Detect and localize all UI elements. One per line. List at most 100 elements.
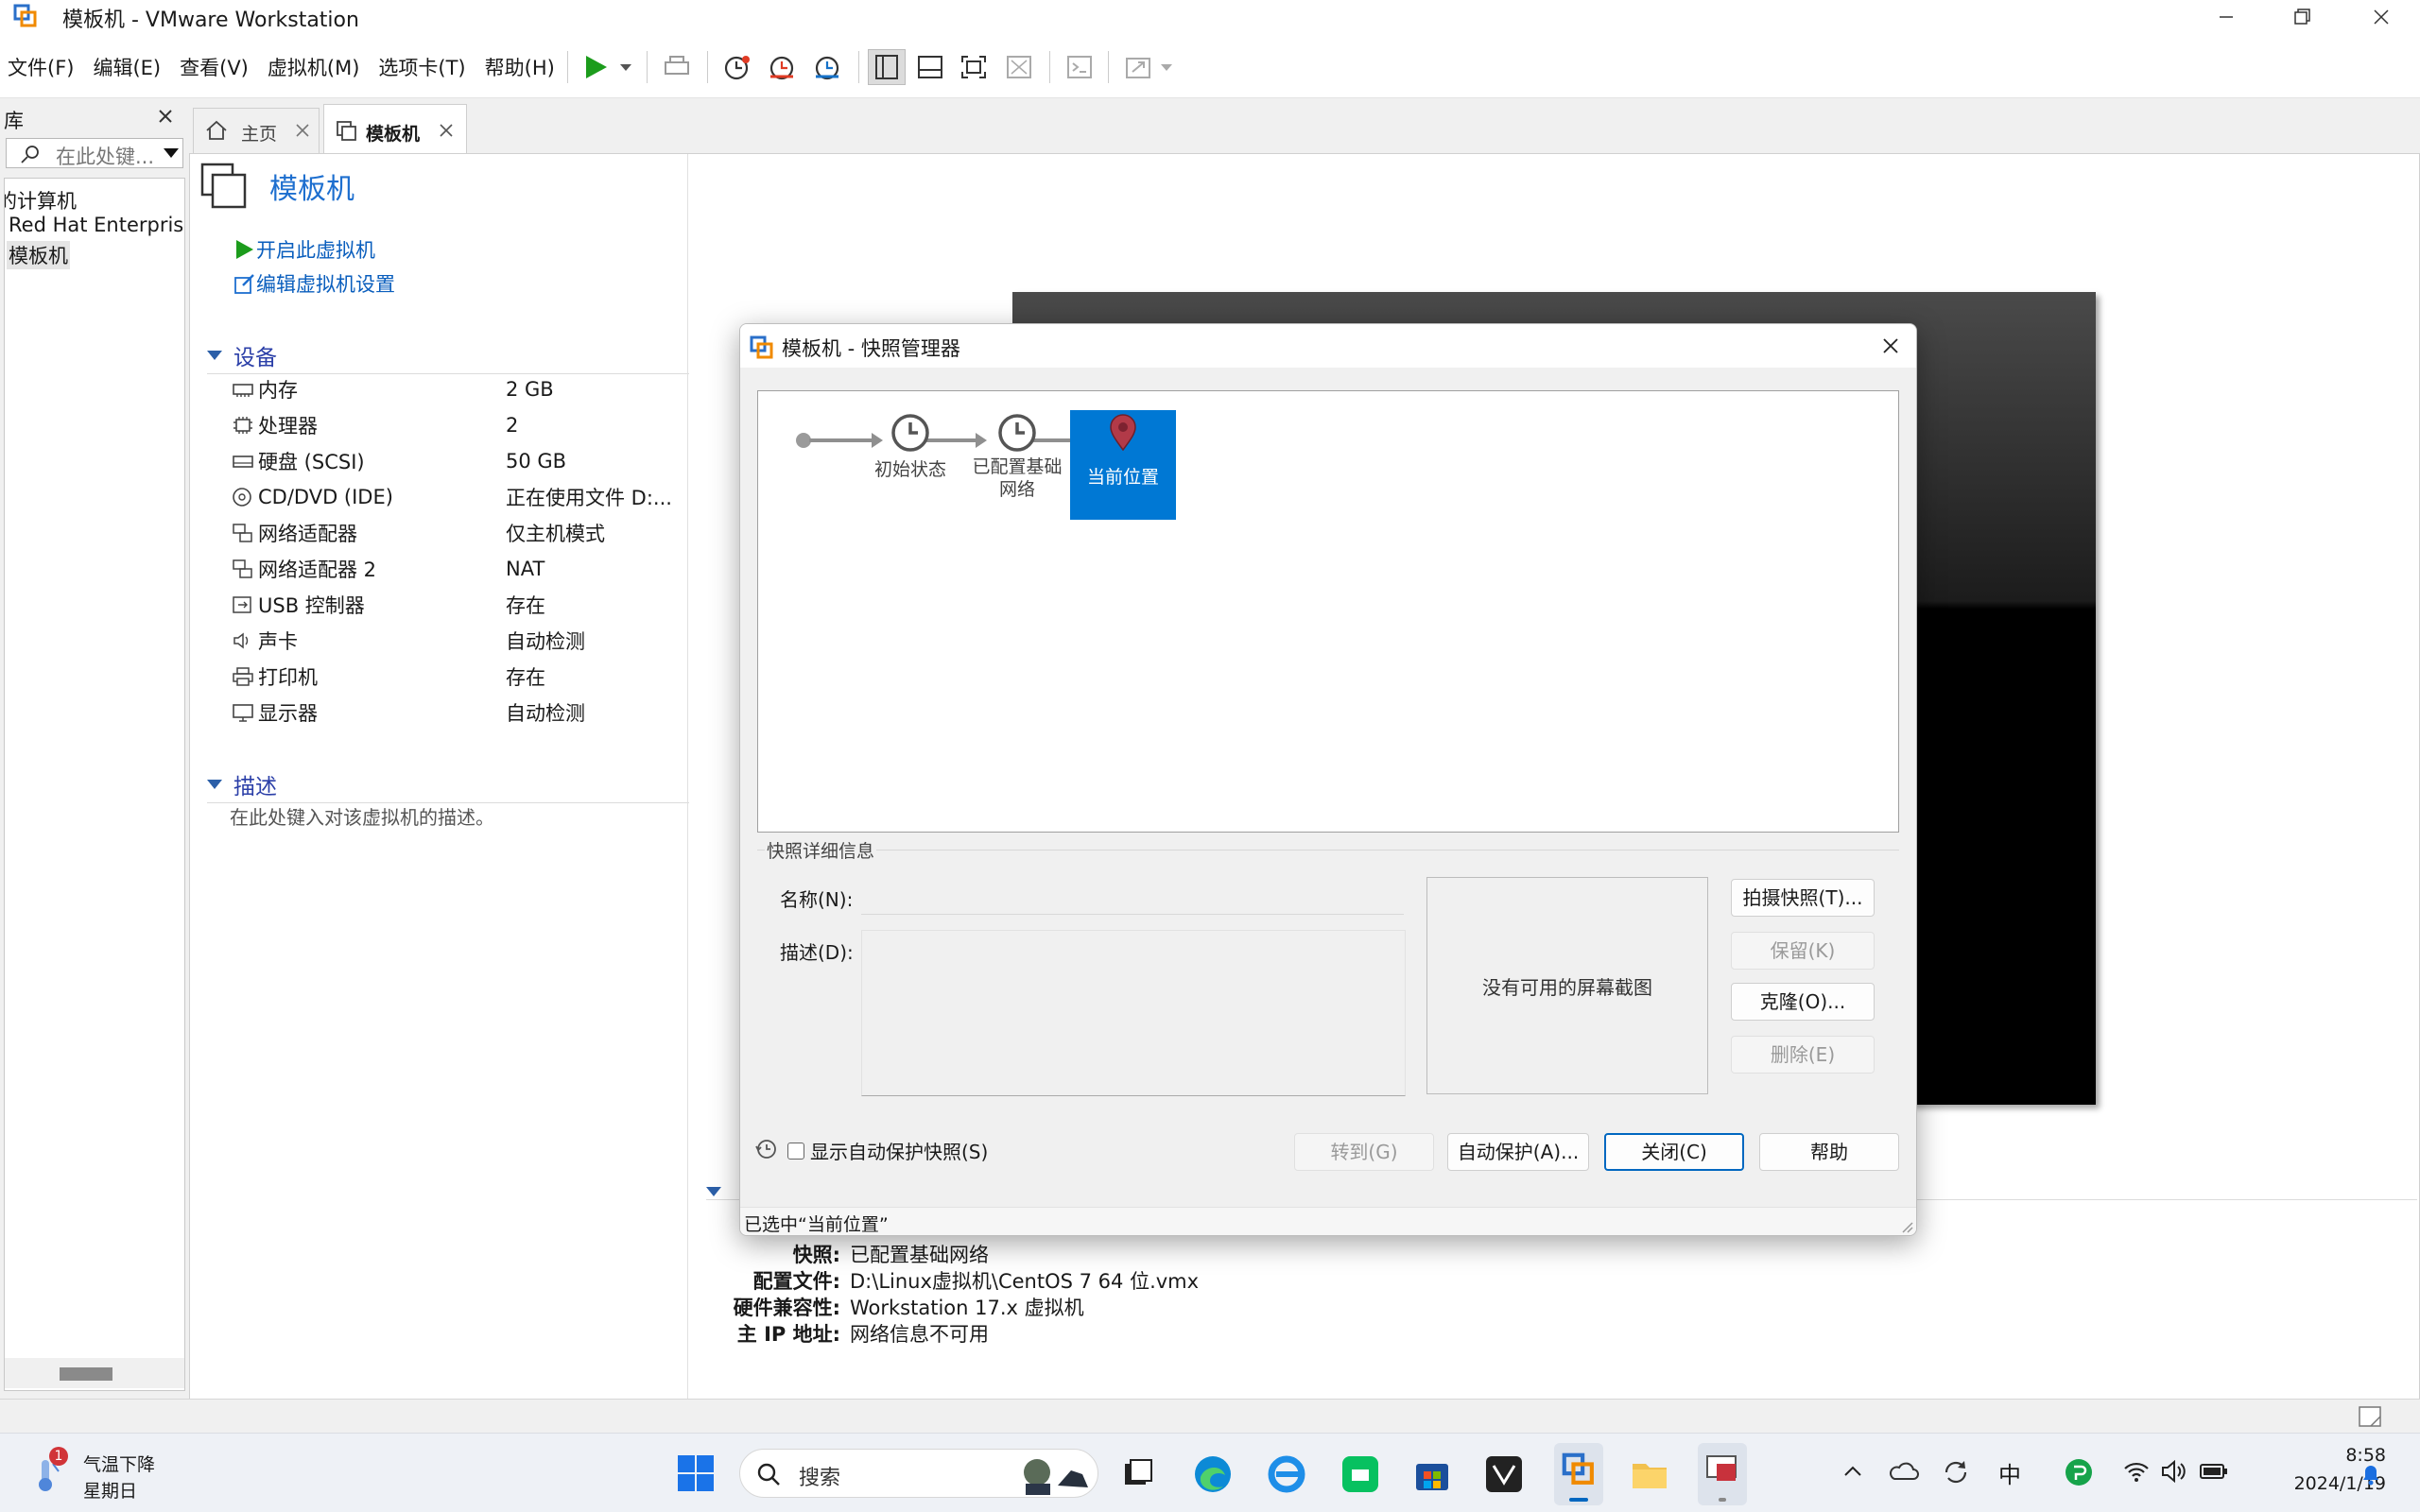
autoprotect-button[interactable]: 自动保护(A)... (1447, 1133, 1589, 1171)
device-row[interactable]: 硬盘 (SCSI) 50 GB (232, 443, 685, 479)
home-icon (205, 120, 228, 141)
power-on-icon[interactable] (582, 53, 635, 81)
remote-desktop-taskbar-button[interactable] (1698, 1443, 1747, 1505)
console-view-icon[interactable] (1064, 53, 1095, 81)
message-log-icon[interactable] (2358, 1405, 2382, 1428)
resize-grip-icon[interactable] (1899, 1219, 1914, 1234)
show-library-icon[interactable] (868, 49, 906, 85)
library-search-box[interactable]: 在此处键... (6, 138, 183, 168)
device-name: 处理器 (258, 415, 318, 438)
keep-button[interactable]: 保留(K) (1731, 932, 1875, 970)
devices-section-header[interactable]: 设备 (207, 339, 689, 374)
device-value: 仅主机模式 (506, 523, 605, 545)
snapshot-description-field[interactable] (861, 930, 1406, 1096)
edit-vm-settings-link[interactable]: 编辑虚拟机设置 (233, 269, 395, 298)
device-row[interactable]: 处理器 2 (232, 407, 685, 443)
description-section-header[interactable]: 描述 (207, 768, 689, 803)
take-snapshot-icon[interactable] (722, 53, 752, 81)
tree-item-template-vm[interactable]: 模板机 (7, 241, 70, 269)
device-row[interactable]: 内存 2 GB (232, 371, 685, 407)
clone-button[interactable]: 克隆(O)... (1731, 983, 1875, 1021)
dialog-close-icon[interactable] (1880, 335, 1901, 356)
menu-edit[interactable]: 编辑(E) (93, 53, 161, 81)
snapshot-manager-icon[interactable] (813, 53, 843, 81)
file-explorer-icon[interactable] (1630, 1454, 1669, 1494)
tab-template-vm[interactable]: 模板机 (323, 104, 467, 155)
library-pane: 库 在此处键... 的计算机 Red Hat Enterprise 模板机 (0, 98, 189, 1399)
vmware-taskbar-button[interactable] (1554, 1443, 1603, 1505)
tree-item-red-hat[interactable]: Red Hat Enterprise (9, 214, 184, 236)
delete-button[interactable]: 删除(E) (1731, 1036, 1875, 1074)
ime-indicator[interactable]: 中 (1998, 1456, 2021, 1489)
snapshot-tree-canvas[interactable]: 初始状态 已配置基础网络 当前位置 (757, 390, 1899, 833)
device-row[interactable]: 打印机 存在 (232, 659, 685, 695)
library-close-icon[interactable] (157, 108, 174, 125)
device-row[interactable]: USB 控制器 存在 (232, 587, 685, 623)
wifi-icon[interactable] (2123, 1460, 2150, 1483)
snapshot-node-current[interactable]: 当前位置 (1070, 410, 1176, 520)
restore-icon[interactable] (2288, 4, 2316, 30)
green-app-tray-icon[interactable] (2065, 1458, 2093, 1486)
device-row[interactable]: 网络适配器 仅主机模式 (232, 515, 685, 551)
weather-widget[interactable]: 1 气温下降 星期日 (28, 1443, 189, 1503)
menu-view[interactable]: 查看(V) (180, 53, 249, 81)
tab-home[interactable]: 主页 (193, 108, 320, 153)
detail-row: 配置文件: D:\Linux虚拟机\CentOS 7 64 位.vmx (719, 1267, 1199, 1294)
windows-start-icon[interactable] (677, 1454, 715, 1492)
jetbrains-ide-icon[interactable] (1484, 1454, 1524, 1494)
device-row[interactable]: 显示器 自动检测 (232, 695, 685, 730)
help-button[interactable]: 帮助 (1759, 1133, 1899, 1171)
show-autoprotect-label: 显示自动保护快照(S) (810, 1141, 989, 1163)
toolbar-separator (1049, 51, 1050, 83)
microsoft-store-icon[interactable] (1412, 1454, 1452, 1494)
unity-icon[interactable] (1004, 53, 1034, 81)
snapshot-name-field[interactable] (861, 879, 1404, 915)
power-on-vm-link[interactable]: 开启此虚拟机 (233, 235, 375, 264)
volume-icon[interactable] (2161, 1460, 2187, 1483)
full-screen-icon[interactable] (959, 53, 989, 81)
taskbar-search-box[interactable]: 搜索 (739, 1449, 1098, 1498)
show-autoprotect-checkbox[interactable]: 显示自动保护快照(S) (787, 1137, 988, 1164)
wechat-icon[interactable] (1340, 1454, 1380, 1494)
snapshot-node-initial[interactable]: 初始状态 (858, 412, 962, 481)
edge-browser-icon[interactable] (1193, 1454, 1233, 1494)
revert-snapshot-icon[interactable] (768, 53, 798, 81)
tab-home-close-icon[interactable] (294, 122, 311, 139)
snapshot-node-network-configured[interactable]: 已配置基础网络 (962, 412, 1072, 501)
goto-button[interactable]: 转到(G) (1294, 1133, 1434, 1171)
show-hidden-icons-chevron-icon[interactable] (1843, 1464, 1862, 1479)
device-value: 50 GB (506, 450, 567, 472)
scrollbar-thumb[interactable] (60, 1367, 112, 1381)
device-row[interactable]: CD/DVD (IDE) 正在使用文件 D:... (232, 479, 685, 515)
stretch-guest-icon[interactable] (1123, 53, 1176, 81)
description-placeholder[interactable]: 在此处键入对该虚拟机的描述。 (230, 802, 494, 830)
thumbnail-bar-icon[interactable] (915, 53, 945, 81)
checkbox-box[interactable] (787, 1142, 804, 1160)
send-ctrl-alt-del-icon[interactable] (662, 53, 692, 81)
menu-help[interactable]: 帮助(H) (485, 53, 555, 81)
battery-icon[interactable] (2199, 1462, 2229, 1481)
search-dropdown-icon[interactable] (164, 148, 179, 160)
take-snapshot-button[interactable]: 拍摄快照(T)... (1731, 879, 1875, 917)
snapshot-description-label: 描述(D): (780, 941, 854, 964)
minimize-icon[interactable] (2212, 4, 2240, 30)
sync-icon[interactable] (1942, 1458, 1970, 1486)
menu-vm[interactable]: 虚拟机(M) (268, 53, 360, 81)
device-name: 打印机 (258, 666, 318, 689)
library-horizontal-scrollbar[interactable] (5, 1358, 184, 1388)
notification-bell-icon[interactable] (2360, 1462, 2382, 1486)
onedrive-icon[interactable] (1889, 1460, 1919, 1483)
close-icon[interactable] (2367, 4, 2395, 30)
device-row[interactable]: 声卡 自动检测 (232, 623, 685, 659)
tab-template-vm-close-icon[interactable] (438, 122, 455, 139)
device-row[interactable]: 网络适配器 2 NAT (232, 551, 685, 587)
tree-item-my-computer[interactable]: 的计算机 (5, 186, 77, 215)
menu-file[interactable]: 文件(F) (8, 53, 74, 81)
task-view-icon[interactable] (1121, 1456, 1155, 1490)
clone-label: 克隆(O)... (1759, 990, 1846, 1013)
menu-bar: 文件(F) 编辑(E) 查看(V) 虚拟机(M) 选项卡(T) 帮助(H) (8, 53, 555, 81)
close-button[interactable]: 关闭(C) (1604, 1133, 1744, 1171)
ie-browser-icon[interactable] (1267, 1454, 1306, 1494)
main-status-bar (0, 1399, 2420, 1433)
menu-tabs[interactable]: 选项卡(T) (378, 53, 465, 81)
